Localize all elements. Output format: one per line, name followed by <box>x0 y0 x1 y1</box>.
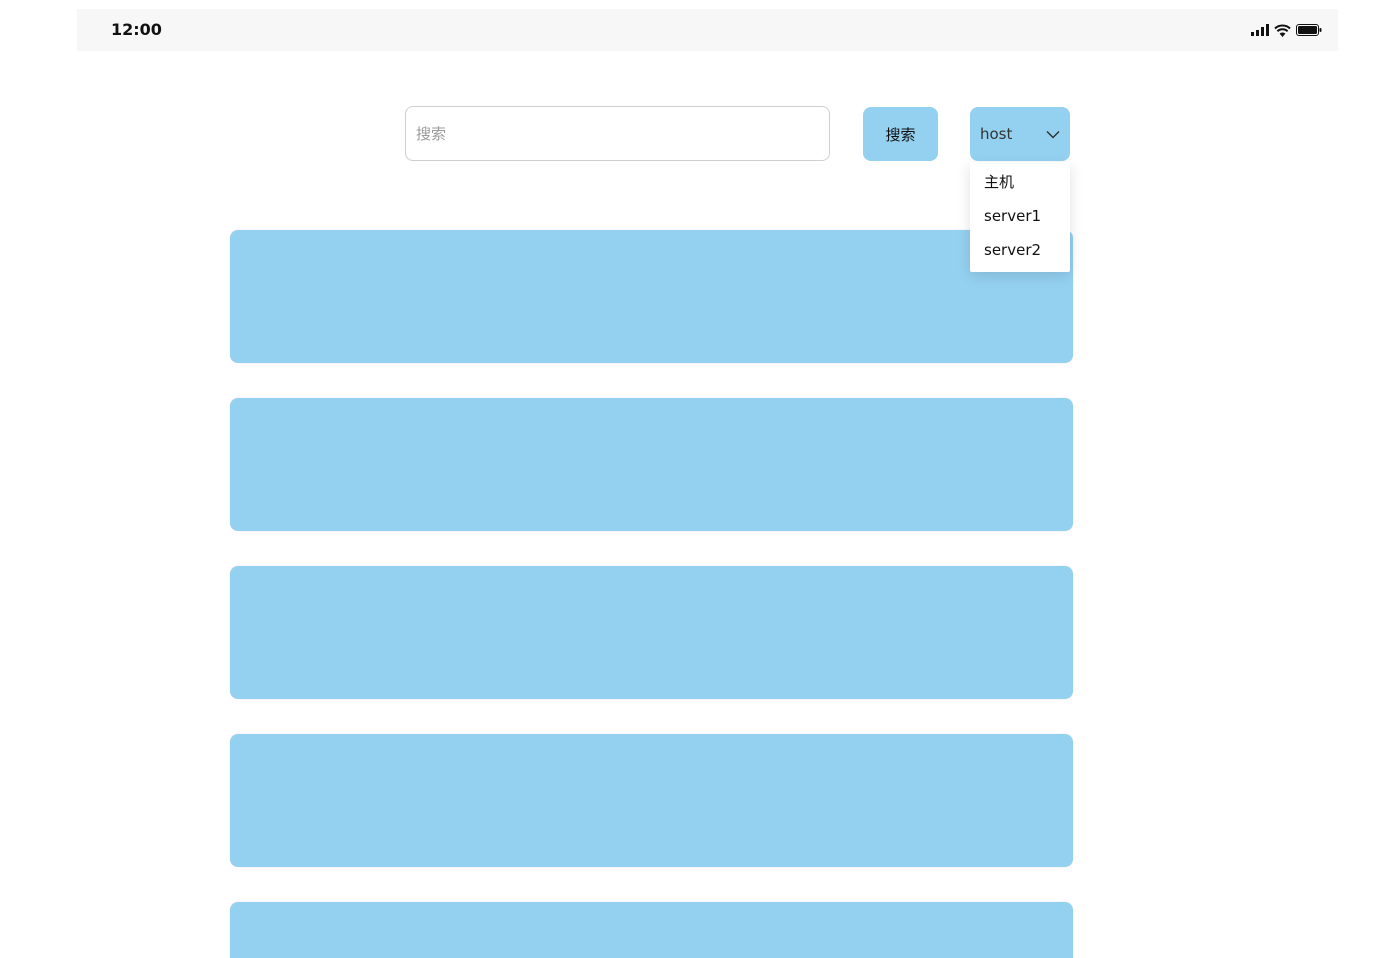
search-input[interactable] <box>405 106 830 161</box>
status-time: 12:00 <box>111 20 162 39</box>
dropdown-option-server1[interactable]: server1 <box>970 199 1070 233</box>
host-dropdown-menu: 主机 server1 server2 <box>970 162 1070 272</box>
dropdown-option-server2[interactable]: server2 <box>970 233 1070 267</box>
chevron-down-icon <box>1046 130 1060 139</box>
list-card[interactable] <box>230 230 1073 363</box>
list-card[interactable] <box>230 398 1073 531</box>
status-bar: 12:00 <box>77 9 1338 51</box>
host-select[interactable]: host <box>970 107 1070 161</box>
status-icons <box>1251 22 1322 38</box>
search-button[interactable]: 搜索 <box>863 107 938 161</box>
list-card[interactable] <box>230 566 1073 699</box>
list-card[interactable] <box>230 902 1073 958</box>
dropdown-option-host[interactable]: 主机 <box>970 165 1070 199</box>
signal-icon <box>1251 24 1269 36</box>
battery-icon <box>1296 24 1322 36</box>
host-select-value: host <box>980 125 1013 143</box>
wifi-icon <box>1274 24 1291 37</box>
list-card[interactable] <box>230 734 1073 867</box>
